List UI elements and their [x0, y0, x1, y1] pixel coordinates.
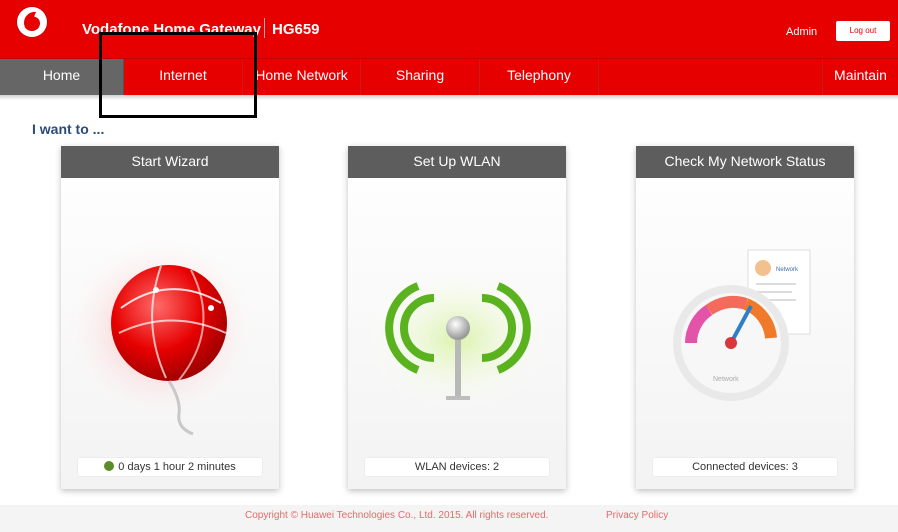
wlan-devices-status: WLAN devices: 2 — [364, 457, 550, 477]
vodafone-logo-icon — [17, 7, 47, 37]
nav-shadow — [0, 95, 898, 100]
top-header: Vodafone Home Gateway HG659 Admin Log ou… — [0, 0, 898, 58]
uptime-text: 0 days 1 hour 2 minutes — [118, 461, 236, 473]
uptime-status: 0 days 1 hour 2 minutes — [77, 457, 263, 477]
wifi-antenna-icon — [348, 178, 566, 456]
nav-home[interactable]: Home — [0, 59, 124, 96]
card-title: Check My Network Status — [636, 146, 854, 178]
card-title: Set Up WLAN — [348, 146, 566, 178]
device-model: HG659 — [272, 21, 320, 38]
document-label: Network — [776, 267, 799, 273]
header-divider — [264, 18, 265, 38]
clock-icon — [104, 461, 115, 471]
copyright-text: Copyright © Huawei Technologies Co., Ltd… — [245, 510, 549, 521]
card-network-status[interactable]: Check My Network Status Network Network … — [636, 146, 854, 489]
nav-maintain[interactable]: Maintain — [823, 59, 898, 96]
logout-button[interactable]: Log out — [836, 21, 890, 41]
globe-balloon-icon — [61, 178, 279, 456]
brand-title: Vodafone Home Gateway — [82, 21, 261, 38]
card-setup-wlan[interactable]: Set Up WLAN WLAN devices: 2 — [348, 146, 566, 489]
section-heading: I want to ... — [32, 121, 105, 137]
card-start-wizard[interactable]: Start Wizard 0 days 1 hour 2 minutes — [61, 146, 279, 489]
nav-home-network[interactable]: Home Network — [243, 59, 361, 96]
nav-sharing[interactable]: Sharing — [361, 59, 480, 96]
gauge-label: Network — [713, 376, 739, 383]
nav-telephony[interactable]: Telephony — [480, 59, 599, 96]
main-nav: Home Internet Home Network Sharing Telep… — [0, 58, 898, 96]
current-user: Admin — [786, 26, 818, 38]
privacy-policy-link[interactable]: Privacy Policy — [606, 510, 668, 521]
nav-internet[interactable]: Internet — [124, 59, 243, 96]
connected-devices-status: Connected devices: 3 — [652, 457, 838, 477]
card-title: Start Wizard — [61, 146, 279, 178]
nav-empty-slot — [599, 59, 823, 96]
network-gauge-icon: Network Network — [636, 178, 854, 456]
